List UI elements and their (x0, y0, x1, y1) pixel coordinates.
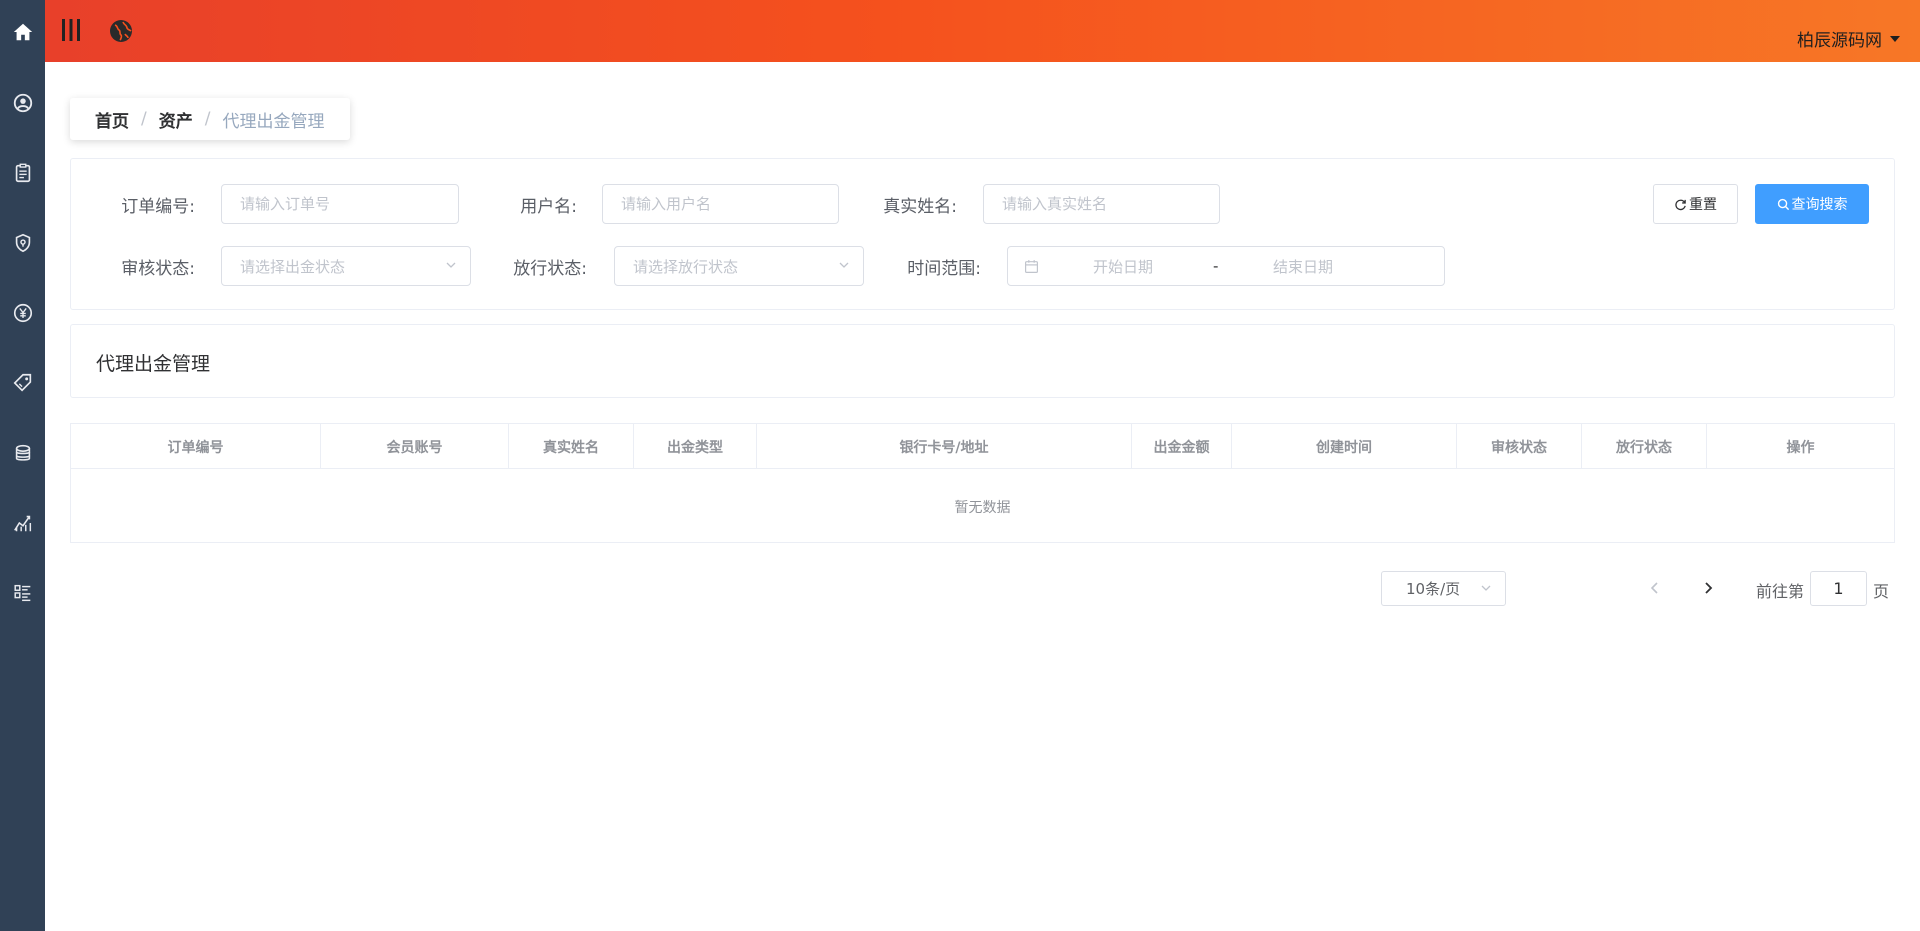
calendar-icon (1025, 259, 1038, 273)
time-range-picker[interactable]: 开始日期 - 结束日期 (1007, 246, 1445, 286)
search-button[interactable]: 查询搜索 (1755, 184, 1869, 224)
search-icon (1777, 198, 1789, 210)
column-header[interactable]: 出金类型 (634, 424, 757, 469)
column-header[interactable]: 银行卡号/地址 (757, 424, 1132, 469)
coins-stack-icon[interactable] (0, 437, 45, 469)
tag-icon[interactable] (0, 367, 45, 399)
empty-state-text: 暂无数据 (954, 499, 1011, 516)
date-range-separator: - (1213, 257, 1219, 275)
column-header[interactable]: 订单编号 (71, 424, 321, 469)
prev-page-icon[interactable] (1645, 578, 1665, 598)
filter-panel: 订单编号: 用户名: 真实姓名: 重置 查询搜索 审核状态: 请选择出金状态 放… (70, 158, 1895, 310)
user-circle-icon[interactable] (0, 87, 45, 119)
column-header[interactable]: 操作 (1707, 424, 1894, 469)
breadcrumb-asset[interactable]: 资产 (159, 107, 193, 132)
refresh-icon (1675, 199, 1686, 210)
audit-status-select[interactable]: 请选择出金状态 (221, 246, 471, 286)
user-menu[interactable]: 柏辰源码网 (1797, 26, 1900, 51)
yuan-icon[interactable] (0, 297, 45, 329)
release-status-placeholder: 请选择放行状态 (633, 257, 739, 276)
username-label: 用户名: (520, 197, 577, 217)
search-label: 查询搜索 (1791, 197, 1848, 213)
breadcrumb-separator: / (141, 109, 147, 129)
username-field[interactable] (602, 184, 839, 224)
breadcrumb-home[interactable]: 首页 (95, 107, 129, 132)
caret-down-icon (1890, 35, 1900, 42)
column-header[interactable]: 审核状态 (1457, 424, 1582, 469)
audit-status-placeholder: 请选择出金状态 (240, 257, 346, 276)
shield-icon[interactable] (0, 227, 45, 259)
column-header[interactable]: 会员账号 (321, 424, 509, 469)
end-date-input[interactable]: 结束日期 (1273, 256, 1393, 277)
audit-status-label: 审核状态: (121, 259, 195, 279)
real-name-field[interactable] (983, 184, 1220, 224)
next-page-icon[interactable] (1698, 578, 1718, 598)
goto-prefix: 前往第 (1756, 582, 1805, 601)
section-header: 代理出金管理 (70, 324, 1895, 398)
page-size-select[interactable]: 10条/页 (1381, 571, 1506, 606)
goto-suffix: 页 (1873, 582, 1890, 601)
time-range-label: 时间范围: (907, 259, 981, 279)
goto-page-input[interactable]: 1 (1810, 571, 1867, 606)
release-status-select[interactable]: 请选择放行状态 (614, 246, 864, 286)
start-date-input[interactable]: 开始日期 (1093, 256, 1213, 277)
real-name-label: 真实姓名: (883, 197, 957, 217)
chevron-down-icon (839, 262, 849, 268)
order-no-input[interactable] (240, 195, 458, 213)
sidebar (0, 0, 45, 931)
column-header[interactable]: 创建时间 (1232, 424, 1457, 469)
list-icon[interactable] (0, 577, 45, 609)
table-header: 订单编号 会员账号 真实姓名 出金类型 银行卡号/地址 出金金额 创建时间 审核… (71, 424, 1894, 469)
globe-icon[interactable] (108, 18, 134, 44)
breadcrumb-current: 代理出金管理 (222, 111, 325, 132)
order-no-field[interactable] (221, 184, 459, 224)
user-name: 柏辰源码网 (1797, 31, 1882, 51)
order-no-label: 订单编号: (121, 197, 195, 217)
release-status-label: 放行状态: (513, 259, 587, 279)
column-header[interactable]: 真实姓名 (509, 424, 634, 469)
chevron-down-icon (446, 262, 456, 268)
data-table: 订单编号 会员账号 真实姓名 出金类型 银行卡号/地址 出金金额 创建时间 审核… (70, 423, 1895, 543)
hamburger-menu-icon[interactable] (60, 16, 82, 44)
column-header[interactable]: 出金金额 (1132, 424, 1232, 469)
breadcrumb-separator: / (204, 109, 211, 129)
column-header[interactable]: 放行状态 (1582, 424, 1707, 469)
top-navbar: 柏辰源码网 (45, 0, 1920, 62)
breadcrumb: 首页 / 资产 / 代理出金管理 (70, 98, 350, 140)
chart-line-icon[interactable] (0, 507, 45, 539)
section-title: 代理出金管理 (96, 353, 211, 375)
clipboard-icon[interactable] (0, 157, 45, 189)
reset-label: 重置 (1689, 197, 1717, 213)
real-name-input[interactable] (1002, 195, 1219, 213)
reset-button[interactable]: 重置 (1653, 184, 1738, 224)
page-size-value: 10条/页 (1406, 580, 1461, 598)
home-icon[interactable] (0, 16, 45, 48)
username-input[interactable] (621, 195, 838, 213)
chevron-down-icon (1481, 585, 1491, 591)
